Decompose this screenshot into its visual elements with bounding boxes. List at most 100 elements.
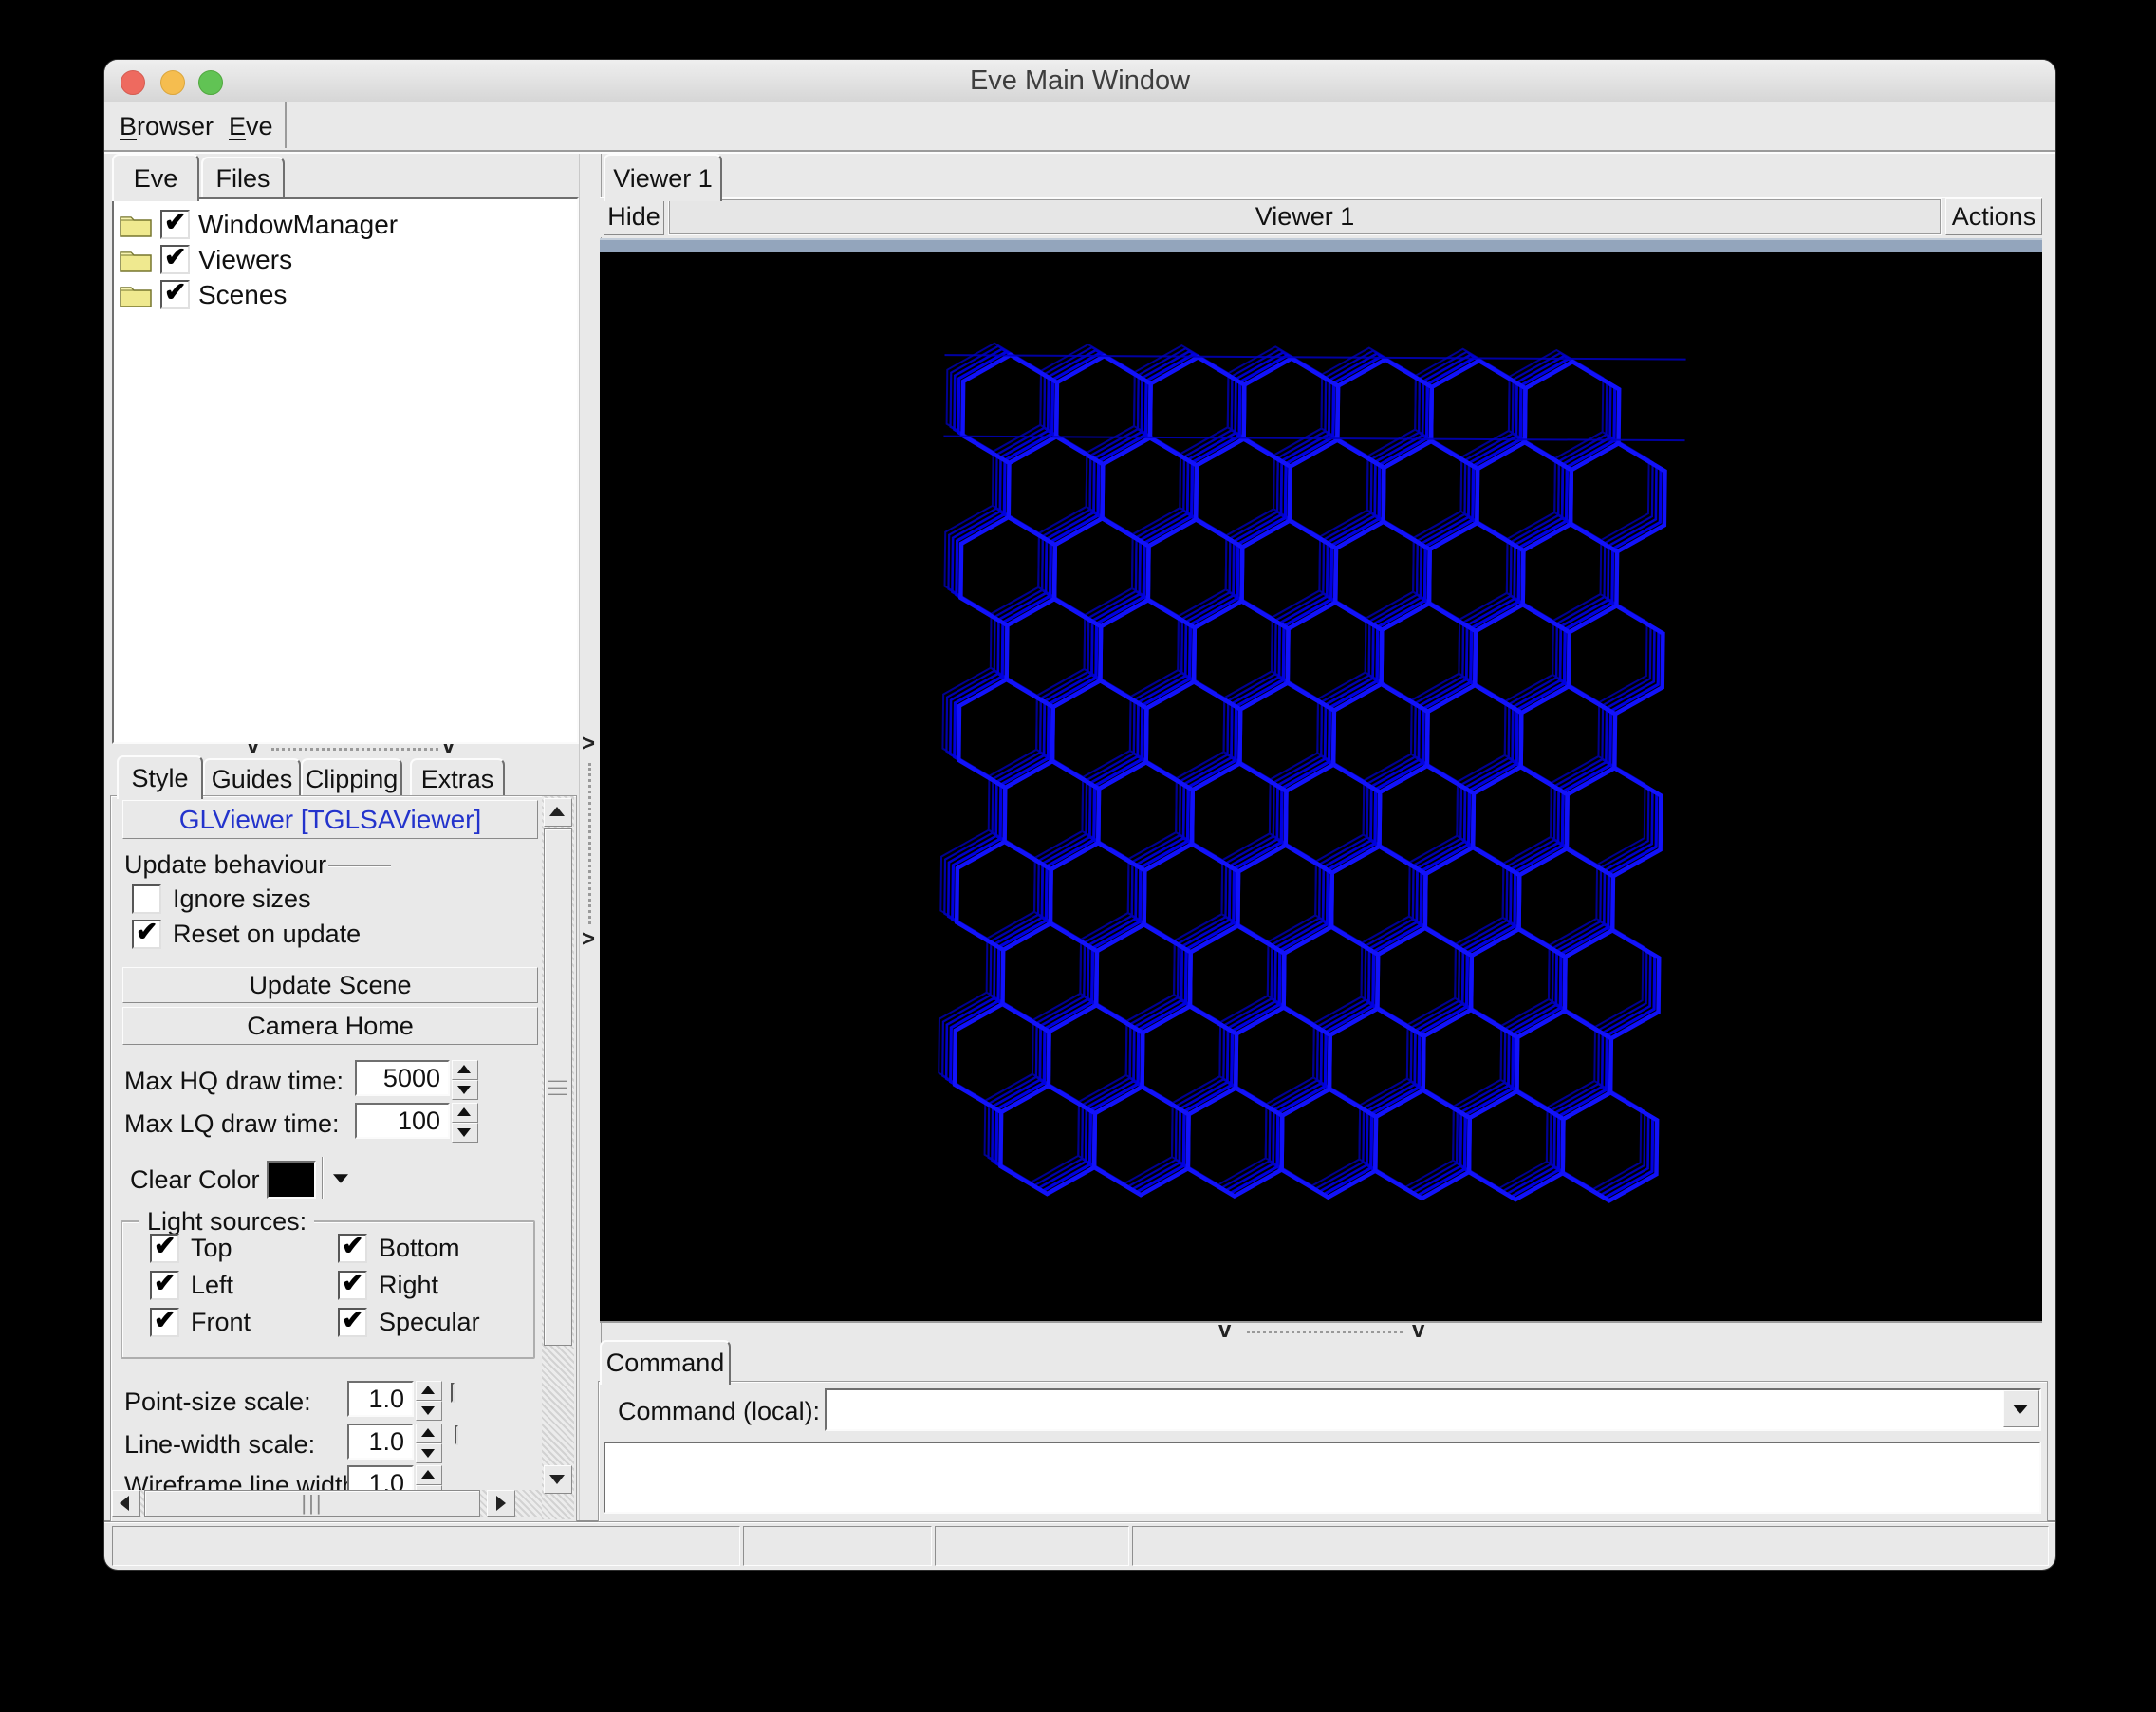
max-lq-spin[interactable] xyxy=(452,1103,478,1143)
menu-browser[interactable]: Browser xyxy=(120,102,214,148)
spinner-down-icon[interactable] xyxy=(416,1443,442,1463)
tab-extras[interactable]: Extras xyxy=(410,758,505,799)
line-width-spin[interactable] xyxy=(416,1424,442,1463)
window-title: Eve Main Window xyxy=(969,65,1191,96)
max-hq-entry[interactable]: 5000 xyxy=(355,1060,450,1096)
command-output[interactable] xyxy=(604,1442,2041,1514)
spinner-up-icon[interactable] xyxy=(416,1381,442,1401)
clear-color-label: Clear Color xyxy=(130,1164,260,1194)
reset-on-update-checkbox[interactable]: Reset on update xyxy=(132,916,361,949)
spinner-up-icon[interactable] xyxy=(452,1060,478,1080)
separator xyxy=(322,1157,324,1199)
checkbox-icon[interactable] xyxy=(338,1267,367,1300)
viewer-title: Viewer 1 xyxy=(668,198,1942,235)
checkbox-icon[interactable] xyxy=(338,1304,367,1337)
gl-viewer-canvas[interactable] xyxy=(600,252,2042,1323)
chevron-down-icon: v xyxy=(1412,1317,1425,1343)
spinner-up-icon[interactable] xyxy=(416,1465,442,1485)
clear-color-swatch[interactable] xyxy=(267,1161,316,1199)
status-cell xyxy=(935,1526,1129,1566)
point-size-entry[interactable]: 1.0 xyxy=(347,1381,414,1417)
line-width-entry[interactable]: 1.0 xyxy=(347,1424,414,1460)
style-panel-vscrollbar[interactable]: — — — xyxy=(542,796,574,1519)
tree-checkbox[interactable] xyxy=(160,276,190,309)
checkbox-icon[interactable] xyxy=(150,1304,179,1337)
tree-item-viewers[interactable]: Viewers xyxy=(120,241,292,277)
color-dropdown-button[interactable] xyxy=(331,1173,350,1184)
scroll-right-icon[interactable] xyxy=(487,1490,515,1517)
scroll-left-icon[interactable] xyxy=(112,1490,140,1517)
spinner-down-icon[interactable] xyxy=(416,1401,442,1421)
tab-eve[interactable]: Eve xyxy=(112,154,199,201)
tab-guides[interactable]: Guides xyxy=(203,758,301,799)
line-width-checkbox[interactable] xyxy=(455,1425,458,1445)
point-size-checkbox[interactable] xyxy=(451,1383,455,1403)
tree-item-windowmanager[interactable]: WindowManager xyxy=(120,206,398,242)
spinner-down-icon[interactable] xyxy=(452,1123,478,1143)
checkbox-icon[interactable] xyxy=(150,1267,179,1300)
checkbox-icon[interactable] xyxy=(132,916,161,949)
desktop: Eve Main Window Browser Eve Eve Files Wi… xyxy=(0,0,2156,1712)
line-width-label: Line-width scale: xyxy=(124,1429,316,1459)
light-front-checkbox[interactable]: Front xyxy=(150,1304,251,1337)
menu-eve[interactable]: Eve xyxy=(229,102,273,148)
point-size-label: Point-size scale: xyxy=(124,1386,311,1416)
spinner-up-icon[interactable] xyxy=(452,1103,478,1123)
hide-button[interactable]: Hide xyxy=(604,198,664,235)
menu-bar: Browser Eve xyxy=(104,102,2055,152)
main-splitter[interactable]: > > xyxy=(579,154,602,1520)
glviewer-button[interactable]: GLViewer [TGLSAViewer] xyxy=(122,800,538,839)
checkbox-icon[interactable] xyxy=(132,884,161,914)
ignore-sizes-checkbox[interactable]: Ignore sizes xyxy=(132,884,311,914)
tab-command[interactable]: Command xyxy=(600,1340,731,1385)
actions-button[interactable]: Actions xyxy=(1945,198,2042,235)
dropdown-arrow-icon xyxy=(333,1174,348,1183)
close-icon[interactable] xyxy=(121,70,145,95)
zoom-icon[interactable] xyxy=(198,70,223,95)
light-bottom-checkbox[interactable]: Bottom xyxy=(338,1230,460,1263)
light-right-checkbox[interactable]: Right xyxy=(338,1267,438,1300)
viewer-highlight-strip xyxy=(600,238,2042,253)
command-combobox[interactable] xyxy=(825,1388,2041,1431)
status-bar xyxy=(104,1526,2055,1566)
eve-main-window: Eve Main Window Browser Eve Eve Files Wi… xyxy=(104,60,2055,1570)
checkbox-icon[interactable] xyxy=(338,1230,367,1263)
max-hq-spin[interactable] xyxy=(452,1060,478,1100)
hscrollbar-thumb[interactable]: ||| xyxy=(144,1490,480,1517)
light-specular-checkbox[interactable]: Specular xyxy=(338,1304,480,1337)
checkbox-icon[interactable] xyxy=(150,1230,179,1263)
scroll-up-icon[interactable] xyxy=(544,798,572,827)
light-left-checkbox[interactable]: Left xyxy=(150,1267,233,1300)
vscrollbar-thumb[interactable]: — — — xyxy=(544,828,572,1346)
command-splitter[interactable]: v v xyxy=(600,1317,2042,1343)
folder-icon xyxy=(120,251,152,272)
command-input[interactable] xyxy=(828,1392,1998,1425)
chevron-right-icon: > xyxy=(582,731,596,756)
tab-files[interactable]: Files xyxy=(201,157,285,199)
style-panel-hscrollbar[interactable]: ||| xyxy=(112,1490,542,1517)
scroll-down-icon[interactable] xyxy=(544,1465,572,1494)
status-cell xyxy=(112,1526,740,1566)
command-panel: Command (local): xyxy=(598,1381,2048,1522)
tree-checkbox[interactable] xyxy=(160,206,190,239)
chevron-down-icon: v xyxy=(1218,1317,1232,1343)
tab-viewer-1[interactable]: Viewer 1 xyxy=(604,154,722,201)
eve-tree-panel: WindowManager Viewers Scenes xyxy=(112,197,579,744)
camera-home-button[interactable]: Camera Home xyxy=(122,1007,538,1045)
tab-clipping[interactable]: Clipping xyxy=(301,758,402,799)
point-size-spin[interactable] xyxy=(416,1381,442,1421)
light-top-checkbox[interactable]: Top xyxy=(150,1230,232,1263)
tab-style[interactable]: Style xyxy=(117,755,203,799)
spinner-down-icon[interactable] xyxy=(452,1080,478,1100)
spinner-up-icon[interactable] xyxy=(416,1424,442,1443)
combo-dropdown-button[interactable] xyxy=(2003,1390,2039,1427)
max-lq-entry[interactable]: 100 xyxy=(355,1103,450,1139)
minimize-icon[interactable] xyxy=(160,70,185,95)
honeycomb-mesh xyxy=(938,342,1686,1203)
update-scene-button[interactable]: Update Scene xyxy=(122,967,538,1003)
tree-checkbox[interactable] xyxy=(160,241,190,274)
title-bar[interactable]: Eve Main Window xyxy=(104,60,2055,102)
max-lq-label: Max LQ draw time: xyxy=(124,1108,340,1138)
status-cell xyxy=(743,1526,932,1566)
tree-item-scenes[interactable]: Scenes xyxy=(120,276,287,312)
